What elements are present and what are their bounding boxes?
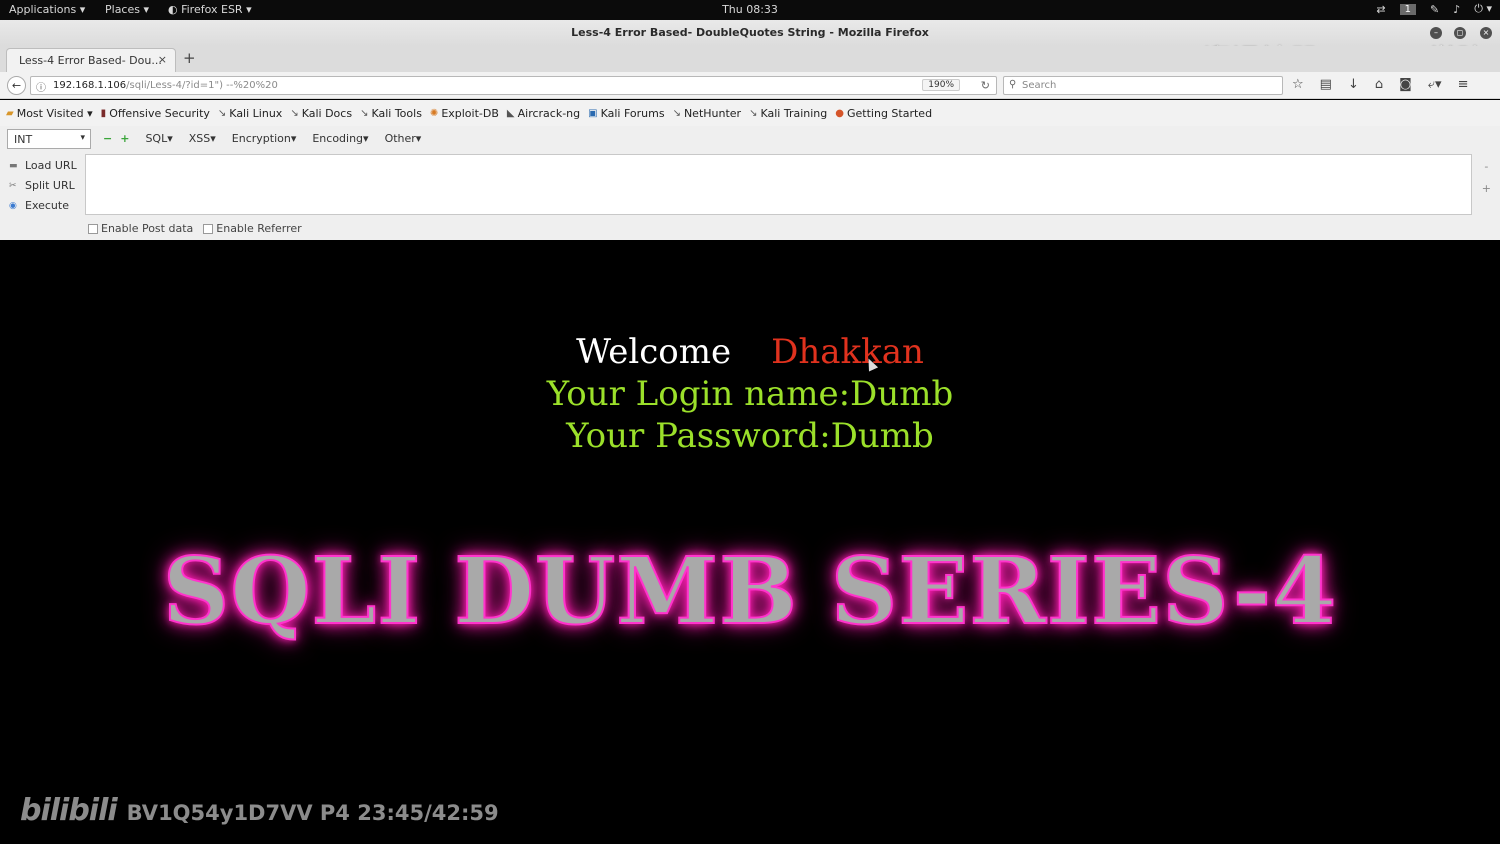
chevron-down-icon: ▾ (80, 133, 85, 143)
system-tray: ⇄ 1 ✎ ♪ ⏻ ▾ (1376, 2, 1492, 16)
enable-post-checkbox[interactable]: Enable Post data (88, 222, 193, 235)
kali-icon: ↘ (672, 107, 681, 119)
bookmark-nethunter[interactable]: ↘ NetHunter (673, 107, 742, 120)
desktop-top-bar: Applications ▾ Places ▾ ◐ Firefox ESR ▾ … (0, 0, 1500, 20)
volume-icon[interactable]: ♪ (1453, 3, 1460, 16)
home-icon[interactable]: ⌂ (1375, 77, 1383, 92)
execute-button[interactable]: ◉ Execute (9, 196, 77, 216)
load-url-icon: ▬ (9, 161, 18, 171)
hackbar-menu: − + SQL▾ XSS▾ Encryption▾ Encoding▾ Othe… (103, 132, 421, 145)
login-name-line: Your Login name:Dumb (546, 374, 954, 414)
bilibili-logo: bilibili (20, 793, 118, 828)
sync-icon[interactable]: ⤶▾ (1428, 77, 1442, 92)
network-icon[interactable]: ⇄ (1376, 3, 1385, 16)
url-path: /sqli/Less-4/?id=1") --%20%20 (126, 80, 278, 91)
bookmark-kali-training[interactable]: ↘ Kali Training (749, 107, 827, 120)
reload-icon[interactable]: ↻ (981, 79, 990, 92)
exploit-db-icon: ✺ (429, 107, 439, 119)
bookmark-getting-started[interactable]: ● Getting Started (835, 107, 932, 120)
kali-icon: ↘ (360, 107, 369, 119)
folder-icon: ▰ (6, 107, 14, 119)
hackbar-menu-encryption[interactable]: Encryption▾ (232, 132, 297, 145)
kali-icon: ↘ (217, 107, 227, 119)
bookmark-exploit-db[interactable]: ✺ Exploit-DB (430, 107, 499, 120)
bookmarks-toolbar: ▰ Most Visited ▾ ▮ Offensive Security ↘ Kal… (0, 100, 1500, 126)
workspace-indicator[interactable]: 1 (1399, 3, 1417, 15)
bookmark-kali-linux[interactable]: ↘ Kali Linux (218, 107, 282, 120)
shrink-icon[interactable]: - (1482, 156, 1491, 178)
new-tab-button[interactable]: + (183, 49, 196, 67)
hackbar-menu-encoding[interactable]: Encoding▾ (312, 132, 368, 145)
hackbar-select-value: INT (14, 133, 33, 146)
banner-title: SQLI DUMB SERIES-4 (162, 536, 1338, 646)
enable-referrer-checkbox[interactable]: Enable Referrer (203, 222, 302, 235)
tab-strip: Less-4 Error Based- Dou... × + (0, 46, 1500, 72)
welcome-text: Welcome (576, 332, 732, 372)
tab-active[interactable]: Less-4 Error Based- Dou... × (6, 48, 176, 72)
clipboard-icon[interactable]: ▤ (1320, 77, 1332, 92)
clock[interactable]: Thu 08:33 (0, 3, 1500, 16)
load-url-button[interactable]: ▬ Load URL (9, 156, 77, 176)
execute-icon: ◉ (9, 201, 17, 211)
tab-close-icon[interactable]: × (158, 53, 167, 66)
hackbar-menu-xss[interactable]: XSS▾ (189, 132, 216, 145)
bookmark-kali-docs[interactable]: ↘ Kali Docs (290, 107, 352, 120)
expand-icon[interactable]: + (1482, 178, 1491, 200)
url-bar[interactable]: ⓘ 192.168.1.106/sqli/Less-4/?id=1") --%2… (30, 76, 997, 95)
hackbar-options: Enable Post data Enable Referrer (88, 222, 302, 235)
url-text: 192.168.1.106/sqli/Less-4/?id=1") --%20%… (53, 80, 278, 91)
zoom-indicator[interactable]: 190% (922, 79, 960, 91)
hackbar-menu-sql[interactable]: SQL▾ (145, 132, 172, 145)
forums-icon: ▣ (588, 107, 598, 119)
tab-label: Less-4 Error Based- Dou... (19, 54, 162, 67)
page-content: Welcome Dhakkan Your Login name:Dumb Your… (0, 241, 1500, 844)
bookmark-offensive-security[interactable]: ▮ Offensive Security (101, 107, 210, 120)
hackbar-url-textarea[interactable] (85, 154, 1472, 215)
bookmark-most-visited[interactable]: ▰ Most Visited ▾ (6, 107, 93, 120)
power-icon[interactable]: ⏻ ▾ (1474, 2, 1492, 16)
search-icon: ⚲ (1009, 79, 1017, 90)
hackbar-type-select[interactable]: INT ▾ (7, 129, 91, 149)
bookmark-star-icon[interactable]: ☆ (1292, 77, 1304, 92)
welcome-block: Welcome Dhakkan Your Login name:Dumb Your… (0, 331, 1500, 457)
firefox-icon: ● (835, 107, 844, 119)
welcome-name: Dhakkan (771, 332, 924, 372)
navigation-bar: ← ⓘ 192.168.1.106/sqli/Less-4/?id=1") --… (0, 72, 1500, 99)
download-icon[interactable]: ↓ (1348, 77, 1359, 92)
video-overlay: bilibili BV1Q54y1D7VV P4 23:45/42:59 (20, 793, 499, 828)
bookmark-aircrack-ng[interactable]: ◣ Aircrack-ng (507, 107, 580, 120)
search-placeholder: Search (1022, 80, 1057, 91)
minus-icon[interactable]: − (103, 132, 112, 145)
pocket-icon[interactable]: ◙ (1399, 77, 1412, 92)
url-host: 192.168.1.106 (53, 80, 127, 91)
aircrack-icon: ◣ (506, 107, 515, 119)
search-input[interactable]: ⚲ Search (1003, 76, 1283, 95)
toolbar-icons: ☆ ▤ ↓ ⌂ ◙ ⤶▾ ≡ (1292, 77, 1468, 92)
split-url-icon: ✂ (9, 181, 17, 191)
video-info: BV1Q54y1D7VV P4 23:45/42:59 (126, 801, 499, 825)
pen-icon[interactable]: ✎ (1430, 3, 1439, 16)
hackbar-actions: ▬ Load URL ✂ Split URL ◉ Execute (9, 156, 77, 216)
split-url-button[interactable]: ✂ Split URL (9, 176, 77, 196)
hackbar-resize: - + (1482, 156, 1491, 200)
password-line: Your Password:Dumb (566, 416, 934, 456)
info-icon[interactable]: ⓘ (36, 79, 46, 94)
kali-icon: ↘ (290, 107, 299, 119)
plus-icon[interactable]: + (120, 132, 129, 145)
bookmark-kali-tools[interactable]: ↘ Kali Tools (360, 107, 422, 120)
hackbar-menu-other[interactable]: Other▾ (385, 132, 422, 145)
back-arrow-icon[interactable]: ← (7, 76, 26, 95)
hackbar-panel: INT ▾ − + SQL▾ XSS▾ Encryption▾ Encoding… (0, 126, 1500, 240)
offsec-icon: ▮ (100, 107, 107, 119)
kali-icon: ↘ (749, 107, 758, 119)
hamburger-menu-icon[interactable]: ≡ (1458, 77, 1469, 92)
bookmark-kali-forums[interactable]: ▣ Kali Forums (588, 107, 664, 120)
